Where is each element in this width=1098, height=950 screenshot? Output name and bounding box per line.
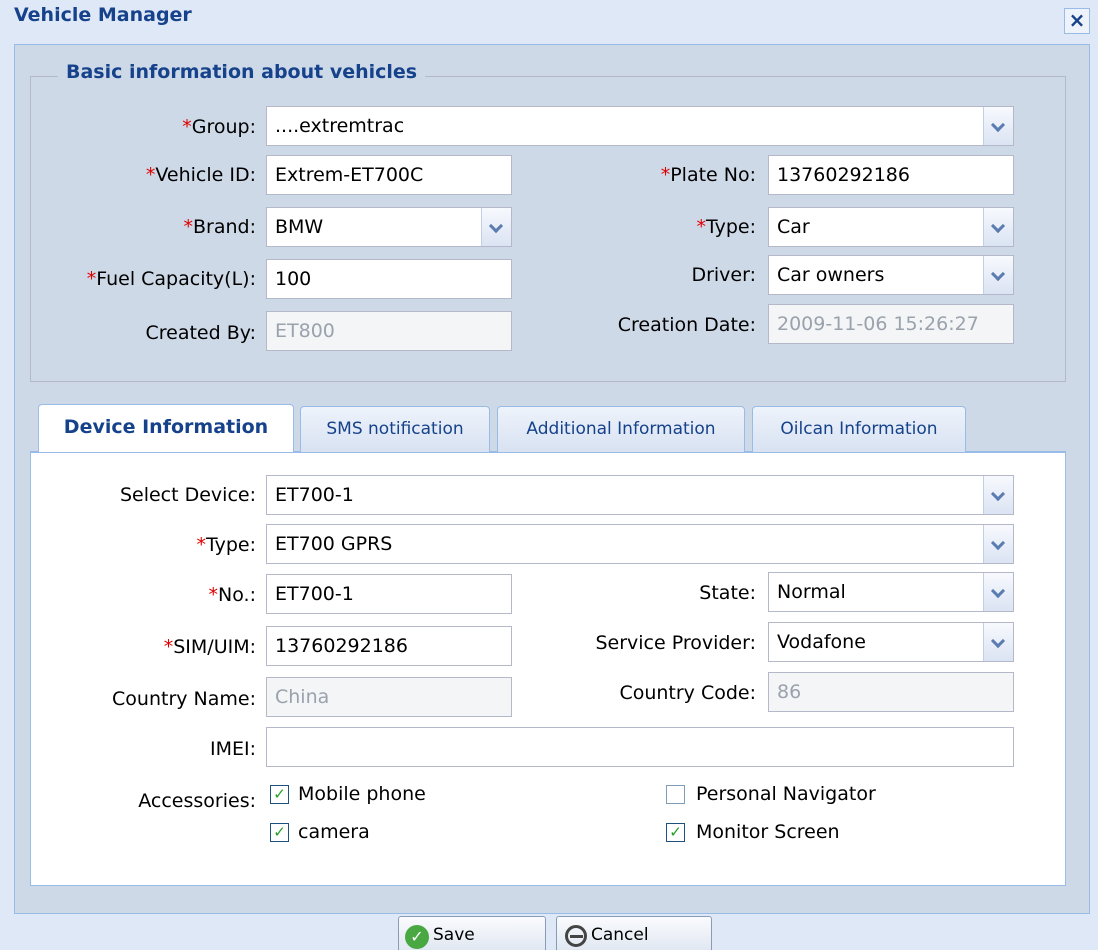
basic-info-legend: Basic information about vehicles	[58, 61, 426, 83]
state-label: State:	[699, 582, 756, 604]
brand-value: BMW	[275, 216, 324, 238]
select-device-select[interactable]: ET700-1	[266, 475, 1014, 515]
country-name-label: Country Name:	[112, 688, 256, 710]
plate-no-input[interactable]: 13760292186	[768, 155, 1014, 195]
group-label: *Group:	[182, 114, 256, 140]
personal-navigator-label: Personal Navigator	[696, 783, 876, 805]
tab-oilcan-information[interactable]: Oilcan Information	[752, 406, 966, 452]
tab-sms-notification[interactable]: SMS notification	[300, 406, 490, 452]
required-mark: *	[208, 584, 219, 606]
chevron-down-icon[interactable]	[983, 623, 1013, 661]
cancel-button[interactable]: Cancel	[556, 916, 712, 950]
plate-no-label-text: Plate No:	[670, 164, 756, 186]
window-title: Vehicle Manager	[14, 4, 192, 26]
vehicle-id-input[interactable]: Extrem-ET700C	[266, 155, 512, 195]
state-select[interactable]: Normal	[768, 572, 1014, 612]
tab-device-information[interactable]: Device Information	[38, 404, 294, 452]
service-provider-value: Vodafone	[777, 631, 866, 653]
chevron-down-icon[interactable]	[983, 476, 1013, 514]
fuel-capacity-input[interactable]: 100	[266, 259, 512, 299]
state-value: Normal	[777, 581, 846, 603]
sim-input[interactable]: 13760292186	[266, 626, 512, 666]
type-value: Car	[777, 216, 810, 238]
save-button[interactable]: ✓ Save	[398, 916, 546, 950]
group-select[interactable]: ....extremtrac	[266, 106, 1014, 146]
created-by-input: ET800	[266, 311, 512, 351]
vehicle-id-label: *Vehicle ID:	[146, 162, 256, 188]
service-provider-label: Service Provider:	[595, 632, 756, 654]
mobile-phone-checkbox[interactable]: ✓	[270, 785, 289, 804]
country-name-input: China	[266, 677, 512, 717]
required-mark: *	[696, 216, 706, 238]
personal-navigator-checkbox[interactable]	[666, 785, 685, 804]
group-value: ....extremtrac	[275, 115, 405, 137]
required-mark: *	[86, 268, 97, 290]
device-type-label: *Type:	[196, 532, 256, 558]
tab-additional-information[interactable]: Additional Information	[497, 406, 745, 452]
brand-label: *Brand:	[184, 214, 257, 240]
group-label-text: Group:	[191, 116, 256, 138]
type-label: *Type:	[696, 214, 756, 240]
device-no-label: *No.:	[209, 582, 256, 608]
type-label-text: Type:	[705, 216, 756, 238]
service-provider-select[interactable]: Vodafone	[768, 622, 1014, 662]
creation-date-input: 2009-11-06 15:26:27	[768, 304, 1014, 344]
device-no-input[interactable]: ET700-1	[266, 574, 512, 614]
check-circle-icon: ✓	[405, 925, 429, 949]
select-device-label: Select Device:	[119, 484, 256, 506]
required-mark: *	[660, 164, 671, 186]
type-select[interactable]: Car	[768, 207, 1014, 247]
brand-label-text: Brand:	[193, 216, 256, 238]
monitor-screen-checkbox[interactable]: ✓	[666, 823, 685, 842]
fuel-capacity-label-text: Fuel Capacity(L):	[96, 268, 256, 290]
cancel-label: Cancel	[591, 925, 649, 945]
cancel-icon	[565, 925, 587, 947]
driver-label: Driver:	[691, 264, 756, 286]
sim-label: *SIM/UIM:	[164, 634, 256, 660]
imei-label: IMEI:	[209, 738, 256, 760]
creation-date-label: Creation Date:	[617, 314, 756, 336]
country-code-input: 86	[768, 672, 1014, 712]
driver-select[interactable]: Car owners	[768, 255, 1014, 295]
mobile-phone-label: Mobile phone	[298, 783, 426, 805]
chevron-down-icon[interactable]	[983, 107, 1013, 145]
fuel-capacity-label: *Fuel Capacity(L):	[87, 266, 256, 292]
sim-label-text: SIM/UIM:	[173, 636, 256, 658]
monitor-screen-label: Monitor Screen	[696, 821, 840, 843]
imei-input[interactable]	[266, 727, 1014, 767]
chevron-down-icon[interactable]	[481, 208, 511, 246]
device-no-label-text: No.:	[218, 584, 256, 606]
created-by-label: Created By:	[145, 322, 256, 344]
chevron-down-icon[interactable]	[983, 573, 1013, 611]
country-code-label: Country Code:	[619, 682, 756, 704]
device-type-select[interactable]: ET700 GPRS	[266, 524, 1014, 564]
required-mark: *	[163, 636, 174, 658]
driver-value: Car owners	[777, 264, 885, 286]
camera-checkbox[interactable]: ✓	[270, 823, 289, 842]
required-mark: *	[145, 164, 156, 186]
chevron-down-icon[interactable]	[983, 208, 1013, 246]
plate-no-label: *Plate No:	[661, 162, 756, 188]
vehicle-id-label-text: Vehicle ID:	[155, 164, 256, 186]
brand-select[interactable]: BMW	[266, 207, 512, 247]
required-mark: *	[196, 534, 206, 556]
select-device-value: ET700-1	[275, 484, 354, 506]
device-type-label-text: Type:	[205, 534, 256, 556]
accessories-label: Accessories:	[138, 790, 256, 812]
save-label: Save	[433, 925, 475, 945]
close-icon[interactable]: ×	[1064, 8, 1090, 34]
chevron-down-icon[interactable]	[983, 525, 1013, 563]
required-mark: *	[182, 116, 192, 138]
tab-panel-device	[30, 452, 1066, 886]
chevron-down-icon[interactable]	[983, 256, 1013, 294]
required-mark: *	[183, 216, 194, 238]
device-type-value: ET700 GPRS	[275, 533, 393, 555]
camera-label: camera	[298, 821, 370, 843]
